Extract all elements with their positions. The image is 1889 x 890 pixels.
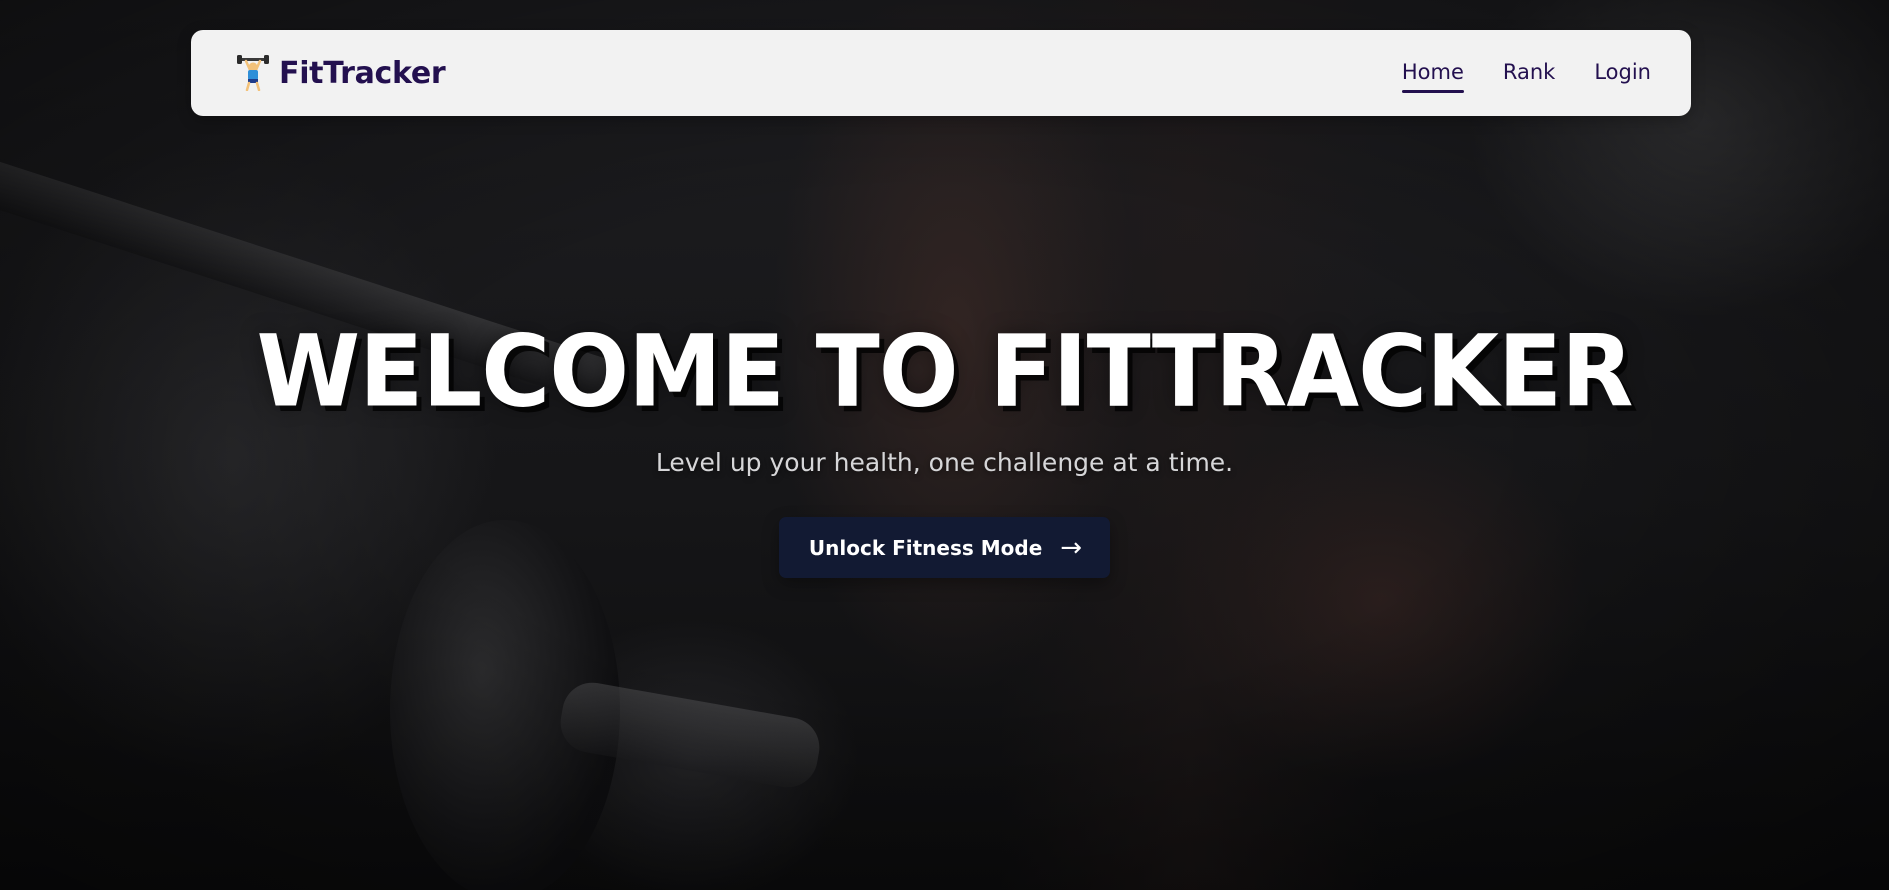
nav-link-home[interactable]: Home xyxy=(1401,54,1464,93)
cta-label: Unlock Fitness Mode xyxy=(808,535,1043,560)
hero-subtitle: Level up your health, one challenge at a… xyxy=(655,448,1234,477)
nav-link-login[interactable]: Login xyxy=(1594,54,1651,92)
hero-title: WELCOME TO FITTRACKER xyxy=(256,315,1633,430)
hero-content: WELCOME TO FITTRACKER Level up your heal… xyxy=(0,315,1889,578)
nav-link-rank[interactable]: Rank xyxy=(1503,54,1555,92)
nav-links: Home Rank Login xyxy=(1401,54,1651,93)
arrow-right-icon: → xyxy=(1060,532,1083,563)
weightlifter-icon xyxy=(237,55,269,92)
unlock-fitness-mode-button[interactable]: Unlock Fitness Mode → xyxy=(778,517,1111,578)
navbar: FitTracker Home Rank Login xyxy=(191,30,1691,116)
brand-name: FitTracker xyxy=(279,55,446,91)
hero-section: FitTracker Home Rank Login WELCOME TO FI… xyxy=(0,0,1889,890)
brand-logo-link[interactable]: FitTracker xyxy=(237,55,446,92)
